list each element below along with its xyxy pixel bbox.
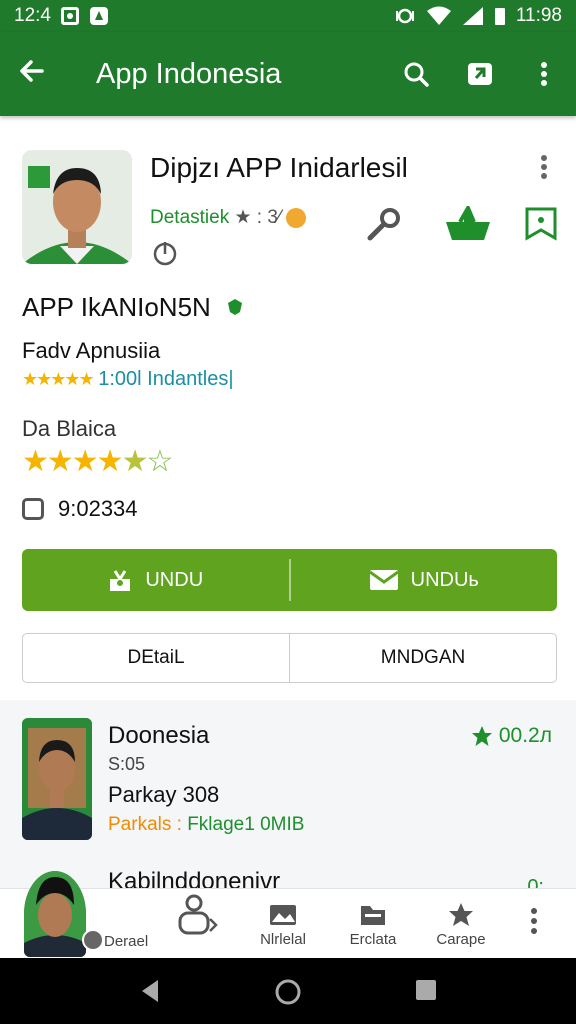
app-name: APP IkANIoN5N <box>22 292 244 323</box>
timer-icon <box>153 242 177 266</box>
empty-star: ☆ <box>146 445 173 478</box>
app-bar: App Indonesia <box>0 32 576 116</box>
rating-stars: ★★★★★ <box>22 369 95 389</box>
nav-item-carape[interactable]: Carape <box>418 899 504 948</box>
install-count: 1:00l Indantles| <box>98 368 234 390</box>
app-icon-portrait[interactable] <box>22 150 132 264</box>
nav-label-derael[interactable]: Derael <box>104 933 148 950</box>
status-time-left: 12:4 <box>14 5 51 26</box>
mail-icon <box>368 570 399 590</box>
folder-icon <box>361 906 385 925</box>
nav-label-carape: Carape <box>436 931 486 948</box>
image-icon <box>270 905 296 925</box>
orange-badge-icon <box>286 207 307 228</box>
nav-item-erclata[interactable]: Erclata <box>330 899 416 948</box>
search-icon[interactable] <box>402 60 430 88</box>
developer-line[interactable]: Detastiek ★ : 3⁄ <box>150 206 307 229</box>
nav-label-erclata: Erclata <box>349 931 397 948</box>
notification-icon <box>60 7 79 25</box>
download-mail-button[interactable]: UNDUь <box>291 549 558 611</box>
download-button[interactable]: UNDU <box>22 549 289 611</box>
list-item-category: Parkals : <box>108 814 182 835</box>
list-item-details: Parkals : Fklage1 0MIB <box>108 814 304 836</box>
app-developer[interactable]: Fadv Apnusiia <box>22 338 160 364</box>
list-item-thumbnail <box>22 718 92 840</box>
notification-badge-icon <box>89 7 108 25</box>
home-circle-icon[interactable] <box>274 978 302 1006</box>
list-item-size: Fklage1 0MIB <box>187 814 305 835</box>
list-item-subtitle: Parkay 308 <box>108 782 220 807</box>
developer-name: Detastiek <box>150 207 230 228</box>
app-header-title: Dipjzı APP Inidarlesil <box>150 152 408 183</box>
wifi-icon <box>426 6 451 25</box>
rating-line: ★★★★★ 1:00l Indantles| <box>22 368 234 391</box>
tab-detail[interactable]: DEtaiL <box>23 634 289 682</box>
related-list: Doonesia S:05 Parkay 308 Parkals : Fklag… <box>0 700 576 898</box>
share-icon[interactable] <box>466 60 494 88</box>
app-bar-title: App Indonesia <box>96 57 282 90</box>
status-bar: 12:4 11:98 <box>0 0 576 32</box>
back-triangle-icon[interactable] <box>138 978 162 1004</box>
recents-square-icon[interactable] <box>414 978 438 1002</box>
nav-item-nlrlelal[interactable]: Nlrlelal <box>240 899 326 948</box>
half-star: ★ <box>121 445 149 478</box>
list-item-meta: S:05 <box>108 754 146 774</box>
system-navigation-bar <box>0 958 576 1024</box>
star-icon <box>471 726 492 746</box>
detail-tabs: DEtaiL MNDGAN <box>22 633 557 683</box>
star-icon <box>449 903 473 926</box>
download-button-group: UNDU UNDUь <box>22 549 557 611</box>
more-vert-icon[interactable] <box>540 154 548 185</box>
nav-item-contacts[interactable] <box>150 894 236 935</box>
back-arrow-icon[interactable] <box>18 56 58 93</box>
contacts-icon <box>178 894 218 935</box>
basket-icon[interactable] <box>444 206 492 242</box>
avatar-badge-icon <box>82 929 104 951</box>
verified-shield-icon <box>228 299 243 315</box>
avatar[interactable] <box>24 871 86 957</box>
download-mail-label: UNDUь <box>410 568 479 591</box>
checkbox-text: 9:02334 <box>58 496 138 521</box>
developer-extra: ★ : 3⁄ <box>234 207 282 228</box>
app-name-text: APP IkANIoN5N <box>22 292 211 322</box>
bottom-navigation: Derael Nlrlelal Erclata Carape <box>0 871 576 958</box>
vibrate-icon <box>395 8 414 24</box>
download-icon <box>110 570 131 591</box>
tab-mndgan[interactable]: MNDGAN <box>289 634 556 682</box>
list-item-score: 00.2л <box>471 724 552 748</box>
big-rating-stars[interactable]: ★★★★★☆ <box>22 444 173 479</box>
checkbox[interactable] <box>22 498 44 520</box>
battery-icon <box>494 8 505 25</box>
app-header: Dipjzı APP Inidarlesil Detastiek ★ : 3⁄ … <box>0 130 576 550</box>
list-item-title: Doonesia <box>108 722 210 749</box>
microphone-icon[interactable] <box>366 206 402 242</box>
rating-section-label: Da Blaica <box>22 416 117 441</box>
more-vert-icon[interactable] <box>530 907 538 940</box>
download-label: UNDU <box>145 568 204 591</box>
list-item-score-value: 00.2л <box>498 724 552 747</box>
signal-icon <box>462 7 483 25</box>
status-time-right: 11:98 <box>515 5 562 26</box>
bookmark-icon[interactable] <box>524 206 558 242</box>
list-item[interactable]: Doonesia S:05 Parkay 308 Parkals : Fklag… <box>0 718 576 848</box>
checkbox-row[interactable]: 9:02334 <box>22 496 138 522</box>
more-vert-icon[interactable] <box>530 60 558 88</box>
full-stars: ★★★★ <box>22 445 124 478</box>
nav-label-nlrlelal: Nlrlelal <box>260 931 306 948</box>
